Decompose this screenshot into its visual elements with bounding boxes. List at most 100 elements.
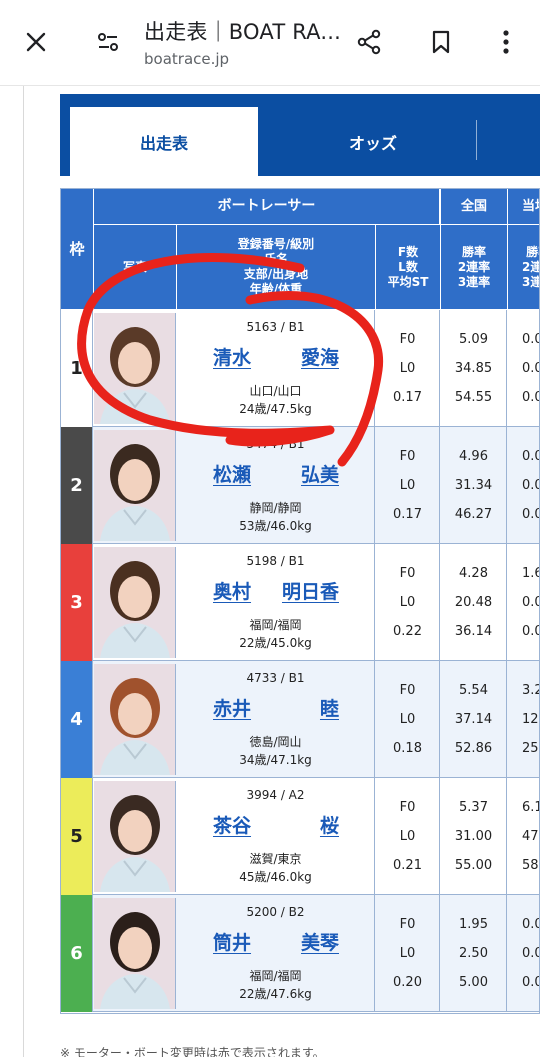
lane-number: 2 — [61, 427, 93, 544]
fl-st-cell: F0 L0 0.20 — [376, 895, 440, 1012]
fl-st-cell: F0 L0 0.18 — [376, 661, 440, 778]
f-count: F0 — [399, 800, 416, 815]
racer-photo[interactable] — [94, 313, 176, 424]
national-2-rate: 34.85 — [454, 361, 493, 376]
local-2-rate: 0.0 — [522, 595, 539, 610]
bookmark-icon[interactable] — [421, 22, 461, 62]
f-count: F0 — [399, 917, 416, 932]
racer-photo[interactable] — [94, 781, 176, 892]
racer-row: 3 5198 / B1 奥村 明日香 福岡/福岡 22歳/45.0kg F0 L0 0.22 4.… — [61, 544, 539, 661]
local-3-rate: 0.0 — [522, 507, 539, 522]
racer-photo[interactable] — [94, 430, 176, 541]
national-win-rate: 5.09 — [459, 332, 488, 347]
national-rates-cell: 5.37 31.00 55.00 — [441, 778, 507, 895]
local-3-rate: 0.0 — [522, 975, 539, 990]
racer-name-link[interactable]: 松瀬 弘美 — [213, 460, 339, 490]
tab-odds[interactable]: オッズ — [270, 107, 476, 176]
racer-name-link[interactable]: 赤井 睦 — [213, 694, 339, 724]
local-3-rate: 58. — [522, 858, 539, 873]
national-win-rate: 4.28 — [459, 566, 488, 581]
l-count: L0 — [399, 595, 416, 610]
close-icon[interactable] — [16, 22, 56, 62]
lane-number: 3 — [61, 544, 93, 661]
age-weight: 22歳/47.6kg — [239, 987, 312, 1001]
local-2-rate: 0.0 — [522, 946, 539, 961]
local-win-rate: 0.0 — [522, 449, 539, 464]
f-count: F0 — [399, 566, 416, 581]
national-win-rate: 1.95 — [459, 917, 488, 932]
branch-hometown: 福岡/福岡 — [249, 969, 302, 983]
national-rates-cell: 1.95 2.50 5.00 — [441, 895, 507, 1012]
local-win-rate: 1.6 — [522, 566, 539, 581]
racer-name-link[interactable]: 茶谷 桜 — [213, 811, 339, 841]
site-settings-icon[interactable] — [88, 22, 128, 62]
branch-hometown: 滋賀/東京 — [249, 852, 302, 866]
fl-st-cell: F0 L0 0.17 — [376, 427, 440, 544]
racer-photo[interactable] — [94, 664, 176, 775]
lane-number: 4 — [61, 661, 93, 778]
age-weight: 34歳/47.1kg — [239, 753, 312, 767]
lane-number: 5 — [61, 778, 93, 895]
age-weight: 45歳/46.0kg — [239, 870, 312, 884]
local-2-rate: 12. — [522, 712, 539, 727]
racer-family-name: 松瀬 — [213, 464, 252, 486]
racer-info: 5198 / B1 奥村 明日香 福岡/福岡 22歳/45.0kg — [177, 544, 375, 661]
local-rates-cell: 6.1 47. 58. — [508, 778, 539, 895]
header-fl-st: F数 L数 平均ST — [376, 225, 441, 310]
registration-class: 4733 / B1 — [246, 671, 305, 685]
racer-row: 2 3474 / B1 松瀬 弘美 静岡/静岡 53歳/46.0kg F0 L0 0.17 4.9… — [61, 427, 539, 544]
page-title-block[interactable]: 出走表｜BOAT RA... boatrace.jp — [144, 16, 339, 68]
browser-toolbar: 出走表｜BOAT RA... boatrace.jp — [0, 0, 540, 86]
local-rates-cell: 0.0 0.0 0.0 — [508, 895, 539, 1012]
racer-family-name: 奥村 — [213, 581, 252, 603]
fl-st-cell: F0 L0 0.22 — [376, 544, 440, 661]
header-national: 全国 — [441, 189, 508, 225]
racer-name-link[interactable]: 清水 愛海 — [213, 343, 339, 373]
racer-info: 3994 / A2 茶谷 桜滋賀/東京 45歳/46.0kg — [177, 778, 375, 895]
tab-race-card[interactable]: 出走表 — [70, 107, 258, 176]
registration-class: 5200 / B2 — [246, 905, 305, 919]
local-2-rate: 47. — [522, 829, 539, 844]
racer-row: 5 3994 / A2 茶谷 桜滋賀/東京 45歳/46.0kg F0 L0 0.21 5.37… — [61, 778, 539, 895]
racer-row: 1 5163 / B1 清水 愛海 山口/山口 24歳/47.5kg F0 L0 0.17 5.0… — [61, 310, 539, 427]
f-count: F0 — [399, 332, 416, 347]
racer-photo[interactable] — [94, 547, 176, 658]
racer-photo[interactable] — [94, 898, 176, 1009]
footnote: ※ モーター・ボート変更時は赤で表示されます。 — [60, 1046, 325, 1057]
local-3-rate: 0.0 — [522, 390, 539, 405]
national-3-rate: 5.00 — [459, 975, 488, 990]
more-vert-icon[interactable] — [486, 22, 526, 62]
branch-hometown: 徳島/岡山 — [249, 735, 302, 749]
fl-st-cell: F0 L0 0.21 — [376, 778, 440, 895]
age-weight: 53歳/46.0kg — [239, 519, 312, 533]
local-win-rate: 0.0 — [522, 917, 539, 932]
page-url: boatrace.jp — [144, 50, 230, 68]
local-win-rate: 0.0 — [522, 332, 539, 347]
l-count: L0 — [399, 361, 416, 376]
header-racer-info: 登録番号/級別 氏名 支部/出身地 年齢/体重 — [177, 225, 376, 310]
header-local: 当地 — [508, 189, 539, 225]
racer-name-link[interactable]: 筒井 美琴 — [213, 928, 339, 958]
national-3-rate: 55.00 — [454, 858, 493, 873]
tab-separator — [476, 120, 477, 160]
national-2-rate: 2.50 — [459, 946, 488, 961]
average-st: 0.20 — [393, 975, 422, 990]
share-icon[interactable] — [349, 22, 389, 62]
national-win-rate: 5.54 — [459, 683, 488, 698]
racer-info: 3474 / B1 松瀬 弘美 静岡/静岡 53歳/46.0kg — [177, 427, 375, 544]
local-rates-cell: 0.0 0.0 0.0 — [508, 310, 539, 427]
lane-number: 6 — [61, 895, 93, 1012]
registration-class: 5163 / B1 — [246, 320, 305, 334]
national-3-rate: 52.86 — [454, 741, 493, 756]
racer-name-link[interactable]: 奥村 明日香 — [213, 577, 339, 607]
average-st: 0.18 — [393, 741, 422, 756]
local-win-rate: 6.1 — [522, 800, 539, 815]
branch-hometown: 福岡/福岡 — [249, 618, 302, 632]
page-title: 出走表｜BOAT RA... — [144, 20, 339, 44]
racer-family-name: 赤井 — [213, 698, 252, 720]
racer-given-name: 弘美 — [300, 464, 339, 486]
national-rates-cell: 5.09 34.85 54.55 — [441, 310, 507, 427]
registration-class: 3474 / B1 — [246, 437, 305, 451]
local-2-rate: 0.0 — [522, 478, 539, 493]
fl-st-cell: F0 L0 0.17 — [376, 310, 440, 427]
